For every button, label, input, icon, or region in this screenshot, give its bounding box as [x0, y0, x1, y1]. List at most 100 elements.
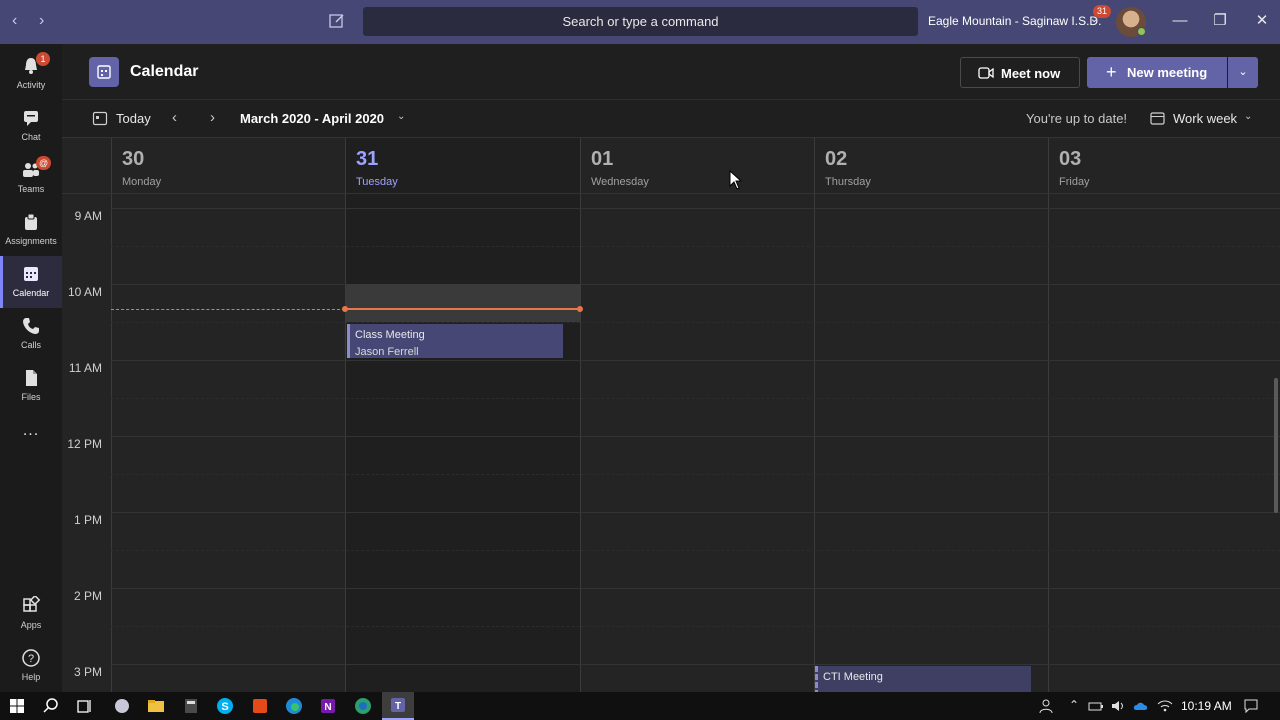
day-header[interactable]: 02 Thursday	[814, 138, 1048, 194]
taskbar-active-app[interactable]: T	[382, 692, 414, 720]
app-icon[interactable]	[112, 696, 132, 716]
rail-label: Assignments	[5, 236, 57, 246]
current-time-line-today	[345, 308, 580, 310]
calendar-toolbar: Today ‹ › March 2020 - April 2020 ⌄ You'…	[62, 100, 1280, 138]
wifi-icon[interactable]	[1157, 698, 1173, 714]
plus-icon: +	[1106, 62, 1117, 82]
chevron-down-icon[interactable]: ⌄	[1244, 111, 1252, 122]
calendar-app-icon	[89, 57, 119, 87]
rail-item-teams[interactable]: @ Teams	[0, 152, 62, 204]
calendar-today-icon[interactable]	[92, 110, 108, 126]
day-number: 31	[356, 148, 379, 170]
back-arrow-icon[interactable]: ‹	[12, 12, 17, 30]
calculator-icon[interactable]	[181, 696, 201, 716]
event-class-meeting[interactable]: Class Meeting Jason Ferrell	[347, 324, 563, 358]
sync-status: You're up to date!	[1026, 111, 1128, 126]
notification-badge: 31	[1093, 5, 1111, 18]
current-time-slot[interactable]	[346, 284, 580, 322]
hour-label: 1 PM	[73, 513, 102, 527]
activity-badge: 1	[36, 52, 50, 66]
forward-arrow-icon[interactable]: ›	[39, 12, 44, 30]
rail-item-assignments[interactable]: Assignments	[0, 204, 62, 256]
chevron-down-icon[interactable]: ⌄	[397, 111, 405, 122]
task-view-icon[interactable]	[75, 696, 95, 716]
rail-label: Calendar	[12, 288, 50, 298]
skype-icon[interactable]: S	[215, 696, 235, 716]
rail-item-files[interactable]: Files	[0, 360, 62, 412]
day-column[interactable]	[814, 194, 1048, 692]
svg-text:T: T	[395, 701, 401, 712]
rail-item-activity[interactable]: 1 Activity	[0, 48, 62, 100]
hour-line	[111, 588, 1280, 589]
event-title: CTI Meeting	[823, 671, 883, 683]
rail-label: Help	[21, 672, 41, 682]
phone-icon	[23, 318, 39, 334]
volume-icon[interactable]	[1110, 698, 1126, 714]
day-name: Tuesday	[356, 176, 398, 188]
assignments-icon	[25, 213, 37, 230]
new-meeting-dropdown[interactable]: ⌄	[1228, 57, 1258, 88]
onenote-icon[interactable]: N	[318, 696, 338, 716]
calendar-icon	[24, 267, 38, 281]
minimize-icon[interactable]: —	[1170, 11, 1190, 31]
page-title: Calendar	[130, 63, 199, 80]
onedrive-icon[interactable]	[1133, 698, 1149, 714]
file-icon	[26, 370, 37, 386]
today-button[interactable]: Today	[116, 111, 151, 126]
notifications-icon[interactable]	[1243, 698, 1259, 714]
compose-icon[interactable]	[328, 12, 346, 30]
rail-item-chat[interactable]: Chat	[0, 100, 62, 152]
rail-item-help[interactable]: ? Help	[0, 640, 62, 692]
search-input[interactable]: Search or type a command	[363, 7, 918, 36]
windows-taskbar: S N T ⌃ 10:19 AM	[0, 692, 1280, 720]
system-clock[interactable]: 10:19 AM	[1181, 699, 1232, 713]
rail-item-calendar[interactable]: Calendar	[0, 256, 62, 308]
rail-label: Calls	[20, 340, 41, 350]
current-time-dot	[577, 306, 583, 312]
next-week-icon[interactable]: ›	[210, 109, 215, 126]
hour-label: 2 PM	[73, 589, 102, 603]
search-icon[interactable]	[41, 696, 61, 716]
chevron-up-icon[interactable]: ⌃	[1066, 698, 1082, 714]
file-explorer-icon[interactable]	[146, 696, 166, 716]
day-header-today[interactable]: 31 Tuesday	[345, 138, 580, 194]
more-apps-button[interactable]: ...	[0, 418, 62, 448]
day-column[interactable]	[111, 194, 345, 692]
windows-start-icon[interactable]	[7, 696, 27, 716]
event-cti-meeting[interactable]: CTI Meeting	[815, 666, 1031, 692]
day-header[interactable]: 03 Friday	[1048, 138, 1280, 194]
battery-icon[interactable]	[1088, 698, 1104, 714]
scrollbar[interactable]	[1274, 378, 1278, 513]
day-number: 02	[825, 148, 848, 170]
day-name: Monday	[122, 176, 162, 188]
week-grid: 30 Monday 31 Tuesday 01 Wednesday 02 Thu…	[62, 138, 1280, 692]
hour-line	[111, 512, 1280, 513]
org-switcher[interactable]: Eagle Mountain - Saginaw I.S.D.	[928, 14, 1101, 28]
hour-label: 3 PM	[73, 665, 102, 679]
rail-label: Files	[21, 392, 41, 402]
work-week-icon[interactable]	[1150, 111, 1165, 126]
view-switcher[interactable]: Work week	[1173, 111, 1237, 126]
previous-week-icon[interactable]: ‹	[172, 109, 177, 126]
help-icon: ?	[22, 649, 40, 667]
close-icon[interactable]: ✕	[1252, 11, 1272, 31]
day-number: 03	[1059, 148, 1082, 170]
day-header[interactable]: 01 Wednesday	[580, 138, 814, 194]
mouse-cursor-icon	[729, 170, 743, 190]
day-column-today[interactable]	[345, 194, 580, 692]
mention-badge: @	[36, 156, 52, 170]
maximize-icon[interactable]: ❐	[1210, 11, 1230, 31]
edge-icon[interactable]	[284, 696, 304, 716]
rail-item-apps[interactable]: Apps	[0, 588, 62, 640]
people-icon[interactable]	[1038, 698, 1054, 714]
office-icon[interactable]	[250, 696, 270, 716]
edge-beta-icon[interactable]	[353, 696, 373, 716]
new-meeting-button[interactable]: + New meeting	[1087, 57, 1227, 88]
rail-item-calls[interactable]: Calls	[0, 308, 62, 360]
day-column[interactable]	[1048, 194, 1280, 692]
day-header[interactable]: 30 Monday	[111, 138, 345, 194]
meet-now-button[interactable]: Meet now	[960, 57, 1080, 88]
day-column[interactable]	[580, 194, 814, 692]
date-range-picker[interactable]: March 2020 - April 2020	[240, 111, 384, 126]
rail-label: Activity	[16, 80, 46, 90]
